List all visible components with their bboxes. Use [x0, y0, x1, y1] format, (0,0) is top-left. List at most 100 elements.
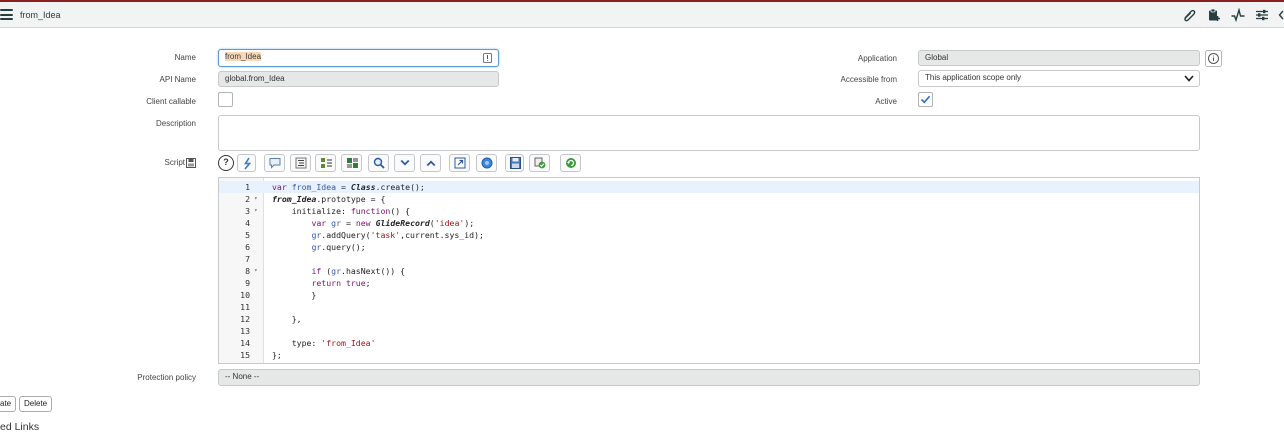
more-options-icon[interactable] — [1278, 8, 1284, 22]
code-line[interactable]: 12 }, — [219, 313, 1199, 325]
line-number: 2 — [245, 194, 250, 204]
code-line[interactable]: 1 var from_Idea = Class.create(); — [219, 181, 1199, 193]
code-line[interactable]: 3 ▾ initialize: function() { — [219, 205, 1199, 217]
accessible-from-select[interactable]: This application scope only — [918, 70, 1200, 87]
code-line[interactable]: 14 type: 'from_Idea' — [219, 337, 1199, 349]
check-syntax-button[interactable] — [529, 154, 550, 172]
form-header: from_Idea — [0, 2, 1284, 28]
activity-icon[interactable] — [1231, 8, 1245, 22]
code-line[interactable]: 7 — [219, 253, 1199, 265]
fold-arrow-icon[interactable]: ▾ — [254, 205, 258, 217]
name-input[interactable]: from_Idea — [218, 49, 499, 67]
api-name-value: global.from_Idea — [225, 74, 285, 83]
code-line[interactable]: 10 } — [219, 289, 1199, 301]
format-code-button[interactable] — [290, 154, 311, 172]
fullscreen-button[interactable] — [449, 154, 470, 172]
code-line[interactable]: 5 gr.addQuery('task',current.sys_id); — [219, 229, 1199, 241]
api-name-label: API Name — [159, 75, 196, 84]
script-label: Script — [164, 158, 185, 167]
active-label: Active — [875, 97, 897, 106]
menu-icon[interactable] — [0, 9, 13, 20]
script-editor[interactable]: 1 var from_Idea = Class.create(); 2 ▾ from_I… — [218, 177, 1200, 364]
fold-arrow-icon[interactable]: ▾ — [254, 265, 258, 277]
save-icon — [510, 157, 521, 169]
name-value: from_Idea — [225, 52, 262, 61]
code-line[interactable]: 13 — [219, 325, 1199, 337]
code-text: var from_Idea = Class.create(); — [272, 182, 425, 192]
active-checkbox[interactable] — [918, 92, 933, 107]
line-number: 15 — [240, 350, 250, 360]
line-number: 12 — [240, 314, 250, 324]
clipboard-add-icon[interactable] — [1207, 8, 1221, 22]
code-line[interactable]: 4 var gr = new GlideRecord('idea'); — [219, 217, 1199, 229]
code-text: type: 'from_Idea' — [272, 338, 376, 348]
line-number: 7 — [245, 254, 250, 264]
fold-arrow-icon[interactable]: ▾ — [254, 193, 258, 205]
line-number: 10 — [240, 290, 250, 300]
settings-sliders-icon[interactable] — [1255, 8, 1269, 22]
script-tree-icon — [481, 157, 493, 169]
code-line[interactable]: 8 ▾ if (gr.hasNext()) { — [219, 265, 1199, 277]
api-name-field: global.from_Idea — [218, 71, 499, 87]
comment-button[interactable] — [264, 154, 285, 172]
protection-policy-value: -- None -- — [225, 372, 260, 381]
code-line[interactable]: 2 ▾ from_Idea.prototype = { — [219, 193, 1199, 205]
insert-field-button[interactable] — [315, 154, 336, 172]
client-callable-checkbox[interactable] — [218, 92, 233, 107]
line-number: 13 — [240, 326, 250, 336]
checkmark-icon — [920, 95, 931, 104]
chevron-down-icon — [1184, 75, 1194, 82]
line-number: 5 — [245, 230, 250, 240]
protection-policy-select[interactable]: -- None -- — [218, 369, 1200, 386]
line-number: 3 — [245, 206, 250, 216]
related-links-heading: ed Links — [0, 421, 40, 433]
help-icon[interactable]: ? — [218, 155, 234, 171]
script-debugger-button[interactable] — [341, 154, 362, 172]
line-number: 9 — [245, 278, 250, 288]
info-icon[interactable] — [1205, 50, 1222, 67]
delete-button[interactable]: Delete — [19, 396, 53, 412]
find-previous-icon — [426, 160, 436, 166]
line-number: 8 — [245, 266, 250, 276]
attachment-icon[interactable] — [1182, 8, 1196, 22]
script-tree-button[interactable] — [476, 154, 497, 172]
code-line[interactable]: 9 return true; — [219, 277, 1199, 289]
script-disk-icon — [186, 158, 196, 168]
code-text: return true; — [311, 278, 371, 288]
search-icon — [373, 157, 385, 169]
comment-icon — [269, 158, 281, 169]
code-line[interactable]: 11 — [219, 301, 1199, 313]
check-syntax-icon — [534, 157, 546, 169]
line-number: 1 — [245, 182, 250, 192]
line-number: 6 — [245, 242, 250, 252]
line-number: 11 — [240, 302, 250, 312]
script-debugger-icon — [347, 158, 358, 168]
application-label: Application — [857, 54, 897, 63]
code-text: gr.addQuery('task',current.sys_id); — [311, 230, 484, 240]
restore-icon — [566, 158, 576, 168]
application-field: Global — [918, 50, 1200, 66]
fullscreen-icon — [454, 157, 466, 169]
find-previous-button[interactable] — [420, 154, 441, 172]
code-line[interactable]: 6 gr.query(); — [219, 241, 1199, 253]
name-label: Name — [174, 53, 196, 62]
code-text: if (gr.hasNext()) { — [311, 266, 406, 276]
description-label: Description — [155, 119, 196, 128]
protection-policy-label: Protection policy — [137, 373, 196, 382]
code-text: initialize: function() { — [272, 206, 411, 216]
code-line[interactable]: 15}; — [219, 349, 1199, 361]
form-title: from_Idea — [20, 10, 61, 20]
restore-button[interactable] — [560, 154, 581, 172]
toggle-syntax-button[interactable] — [237, 154, 256, 172]
description-textarea[interactable] — [218, 115, 1200, 151]
search-button[interactable] — [368, 154, 389, 172]
code-text: }, — [272, 314, 302, 324]
field-translation-icon[interactable] — [483, 53, 492, 63]
find-next-button[interactable] — [394, 154, 415, 172]
toggle-syntax-icon — [244, 157, 252, 170]
update-button[interactable]: ate — [0, 396, 17, 412]
client-callable-label: Client callable — [146, 97, 196, 106]
save-button[interactable] — [505, 154, 524, 172]
line-number: 4 — [245, 218, 250, 228]
accessible-from-value: This application scope only — [925, 73, 1022, 82]
